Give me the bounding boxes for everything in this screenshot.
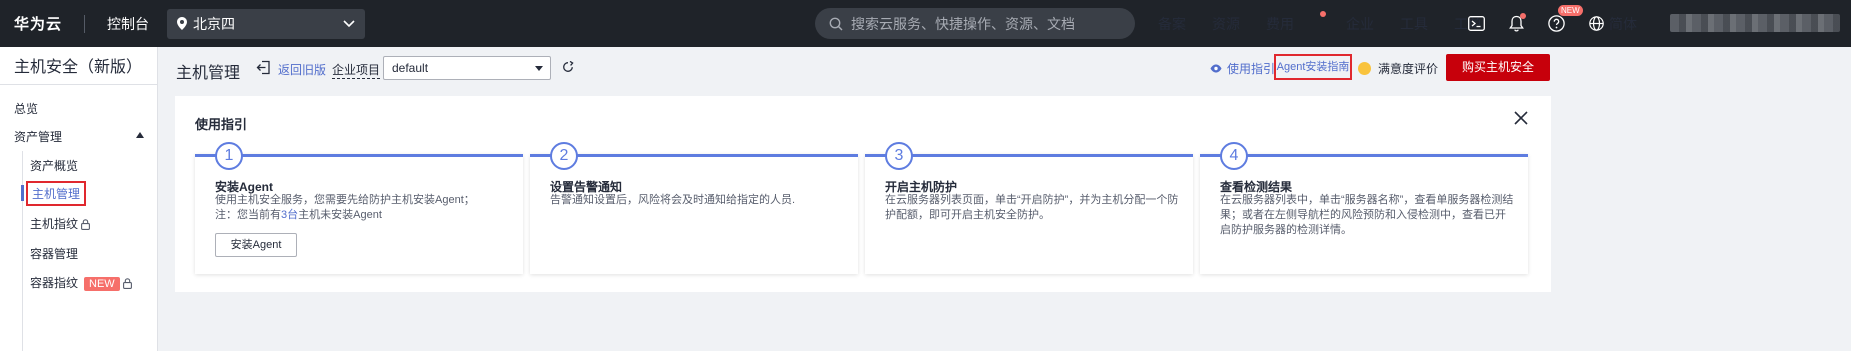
guide-title: 使用指引 — [195, 117, 248, 132]
usage-guide-card: 使用指引 1 安装Agent 使用主机安全服务，您需要先给防护主机安装Agent… — [175, 96, 1551, 292]
step-number: 1 — [215, 142, 243, 170]
sidebar-item-asset-overview[interactable]: 资产概览 — [30, 157, 78, 174]
nav-billing[interactable]: 费用 — [1266, 10, 1326, 34]
return-icon[interactable] — [256, 60, 271, 75]
sidebar-item-overview[interactable]: 总览 — [14, 100, 38, 117]
usage-guide-label: 使用指引 — [1227, 62, 1276, 76]
terminal-icon — [1468, 16, 1485, 31]
search-placeholder: 搜索云服务、快捷操作、资源、文档 — [851, 15, 1075, 32]
refresh-icon[interactable] — [562, 61, 574, 73]
notification-dot — [1320, 10, 1326, 17]
sidebar-item-host-management[interactable]: 主机管理 — [26, 181, 87, 206]
nav-enterprise[interactable]: 企业 — [1346, 14, 1374, 34]
guide-step-4: 4 查看检测结果 在云服务器列表中，单击“服务器名称”，查看单服务器检测结果；或… — [1200, 142, 1528, 274]
eye-icon — [1210, 64, 1222, 73]
step-description: 在云服务器列表中，单击“服务器名称”，查看单服务器检测结果；或者在左侧导航栏的风… — [1220, 194, 1514, 236]
sidebar-item-container-fingerprint[interactable]: 容器指纹 NEW — [30, 274, 132, 291]
active-indicator — [21, 185, 24, 201]
cloud-shell-button[interactable] — [1468, 16, 1485, 31]
submenu-guide-line — [22, 151, 23, 351]
global-search-input[interactable]: 搜索云服务、快捷操作、资源、文档 — [815, 8, 1135, 39]
step-description-line: 注：您当前有3台主机未安装Agent — [215, 208, 511, 223]
console-link[interactable]: 控制台 — [107, 14, 149, 34]
brand-logo[interactable]: 华为云 — [14, 13, 62, 34]
buy-host-security-button[interactable]: 购买主机安全 — [1446, 54, 1550, 81]
usage-guide-link[interactable]: 使用指引 — [1210, 60, 1275, 77]
new-badge: NEW — [84, 276, 120, 291]
top-icons: NEW 简体 — [1468, 0, 1637, 47]
guide-step-2: 2 设置告警通知 告警通知设置后，风险将会及时通知给指定的人员. — [530, 142, 858, 274]
top-nav-links: 备案 资源 费用 企业 工具 工单 — [1158, 0, 1508, 47]
collapse-arrow-icon[interactable] — [136, 132, 144, 138]
close-icon[interactable] — [1514, 111, 1528, 125]
step-number: 3 — [885, 142, 913, 170]
page-title: 主机管理 — [176, 65, 241, 82]
step-progress-bar — [1200, 154, 1528, 157]
satisfaction-label: 满意度评价 — [1378, 62, 1439, 76]
nav-tools[interactable]: 工具 — [1400, 14, 1428, 34]
step-progress-bar — [530, 154, 858, 157]
step-number: 4 — [1220, 142, 1248, 170]
back-to-old-version-link[interactable]: 返回旧版 — [278, 61, 326, 78]
satisfaction-rating-link[interactable]: 满意度评价 — [1358, 60, 1438, 77]
sidebar-item-container-management[interactable]: 容器管理 — [30, 245, 78, 262]
install-agent-button[interactable]: 安装Agent — [215, 233, 297, 257]
divider — [84, 14, 86, 33]
sidebar-item-label: 容器指纹 — [30, 276, 79, 290]
search-icon — [829, 17, 843, 30]
nav-resources[interactable]: 资源 — [1212, 14, 1240, 34]
step-description: 使用主机安全服务，您需要先给防护主机安装Agent； 注：您当前有3台主机未安装… — [215, 193, 511, 223]
smiley-icon — [1358, 62, 1371, 75]
new-badge: NEW — [1558, 5, 1583, 16]
region-selector[interactable]: 北京四 — [167, 8, 366, 39]
sidebar: 主机安全（新版） 总览 资产管理 资产概览 主机管理 主机指纹 容器管理 容器指… — [0, 47, 158, 351]
nav-filing[interactable]: 备案 — [1158, 14, 1186, 34]
step-description: 在云服务器列表页面，单击“开启防护”，并为主机分配一个防护配额，即可开启主机安全… — [885, 194, 1179, 221]
notification-dot — [1520, 13, 1526, 19]
divider — [0, 84, 158, 85]
help-icon — [1548, 15, 1565, 32]
sidebar-title: 主机安全（新版） — [14, 59, 143, 76]
lock-icon — [81, 219, 90, 231]
enterprise-project-label: 企业项目 — [332, 63, 381, 79]
sidebar-item-asset-management[interactable]: 资产管理 — [14, 128, 62, 145]
account-name-blurred[interactable] — [1670, 14, 1840, 32]
location-pin-icon — [177, 17, 188, 30]
chevron-down-icon — [343, 19, 355, 27]
guide-step-3: 3 开启主机防护 在云服务器列表页面，单击“开启防护”，并为主机分配一个防护配额… — [865, 142, 1193, 274]
step-progress-bar — [195, 154, 523, 157]
region-label: 北京四 — [193, 15, 236, 32]
dropdown-arrow-icon — [535, 66, 543, 71]
uninstalled-host-count-link[interactable]: 3台 — [281, 209, 298, 221]
note-suffix: 主机未安装Agent — [298, 209, 382, 221]
step-progress-bar — [865, 154, 1193, 157]
globe-icon — [1589, 16, 1604, 31]
enterprise-project-select[interactable]: default — [383, 56, 551, 80]
step-number: 2 — [550, 142, 578, 170]
note-prefix: 注：您当前有 — [215, 209, 281, 221]
sidebar-item-host-fingerprint[interactable]: 主机指纹 — [30, 215, 90, 232]
agent-install-guide-link[interactable]: Agent安装指南 — [1274, 54, 1352, 80]
enterprise-project-value: default — [392, 61, 429, 75]
nav-billing-label: 费用 — [1266, 15, 1294, 32]
language-label: 简体 — [1609, 15, 1637, 32]
language-selector[interactable]: 简体 — [1589, 14, 1637, 34]
guide-step-1: 1 安装Agent 使用主机安全服务，您需要先给防护主机安装Agent； 注：您… — [195, 142, 523, 274]
step-description: 告警通知设置后，风险将会及时通知给指定的人员. — [550, 194, 796, 206]
step-description-line: 使用主机安全服务，您需要先给防护主机安装Agent； — [215, 194, 475, 206]
lock-icon — [122, 278, 132, 290]
notifications-button[interactable] — [1509, 13, 1526, 32]
help-button[interactable]: NEW — [1548, 5, 1583, 32]
sidebar-item-label: 主机指纹 — [30, 217, 79, 231]
